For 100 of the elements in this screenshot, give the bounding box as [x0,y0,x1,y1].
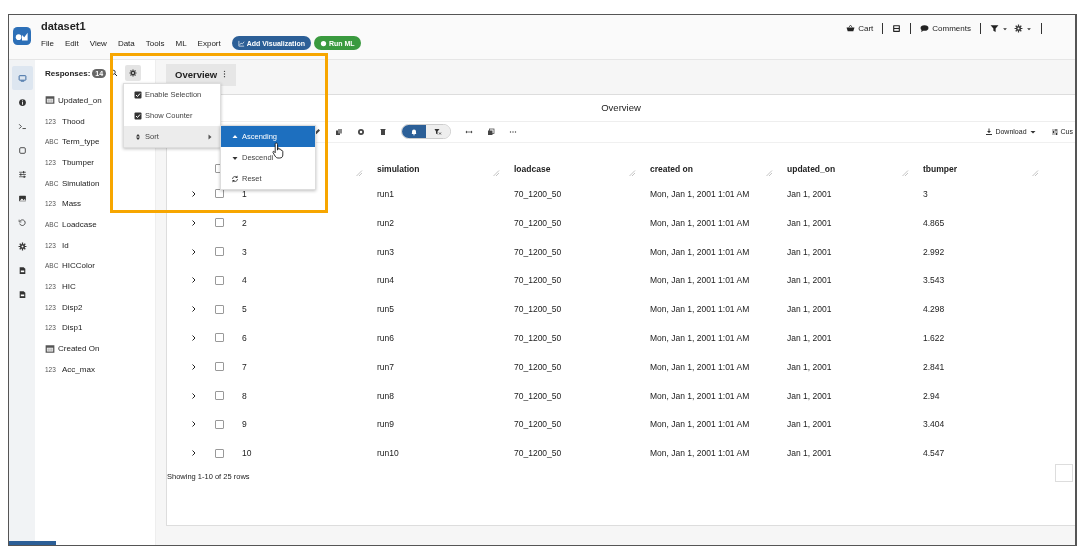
expand-icon[interactable] [190,276,198,285]
bell-toggle[interactable] [402,125,426,139]
menu-item[interactable]: Export [197,38,221,48]
response-item[interactable]: HICColor [62,261,95,271]
response-item[interactable]: Tbumper [62,157,94,167]
copy-icon[interactable] [335,127,343,136]
response-item[interactable]: Id [62,240,69,250]
expand-icon[interactable] [190,333,198,342]
row-checkbox[interactable] [214,448,224,458]
table-cell: Mon, Jan 1, 2001 1:01 AM [650,390,750,401]
column-header[interactable]: loadcase [514,163,551,174]
table-cell: run4 [377,275,394,286]
response-item[interactable]: Disp2 [62,302,83,312]
monitor-icon[interactable] [17,73,27,83]
row-checkbox[interactable] [214,304,224,314]
trash-icon[interactable] [379,127,387,136]
terminal-icon[interactable] [17,121,27,131]
table-cell: 70_1200_50 [514,332,562,343]
response-item[interactable]: Simulation [62,178,100,188]
response-item[interactable]: Disp1 [62,323,83,333]
row-checkbox[interactable] [214,391,224,401]
window-title: dataset1 [41,20,87,32]
menu-item[interactable]: Data [117,38,135,48]
info-icon[interactable] [17,97,27,107]
image-icon[interactable] [17,193,27,203]
checkbox-icon[interactable] [134,90,142,99]
expand-icon[interactable] [190,218,198,227]
expand-icon[interactable] [190,305,198,314]
response-item[interactable]: Thood [62,116,85,126]
menu-item[interactable]: File [41,38,54,48]
table-cell: Jan 1, 2001 [787,246,832,257]
menu-item[interactable]: View [89,38,107,48]
table-cell: run6 [377,332,394,343]
menu-item[interactable]: ML [175,38,187,48]
settings-button[interactable] [125,65,142,81]
file-icon[interactable] [17,289,27,299]
response-item[interactable]: HIC [62,282,76,292]
expand-icon[interactable] [190,420,198,429]
resize-handle[interactable] [355,168,363,177]
sliders-icon[interactable] [17,169,27,179]
column-header[interactable]: updated_on [787,163,836,174]
table-cell: 3 [923,188,928,199]
submenu-arrow-icon [206,132,214,141]
table-cell: run9 [377,419,394,430]
column-header[interactable]: simulation [377,163,420,174]
menu-item[interactable]: Edit [64,38,79,48]
row-checkbox[interactable] [214,275,224,285]
row-checkbox[interactable] [214,218,224,228]
table-cell: Jan 1, 2001 [787,332,832,343]
row-checkbox[interactable] [214,247,224,257]
resize-handle[interactable] [492,168,500,177]
expand-icon[interactable] [190,391,198,400]
table-cell: 6 [242,332,247,343]
response-item[interactable]: Term_type [62,137,100,147]
menu-item[interactable]: Tools [145,38,165,48]
response-item[interactable]: Updated_on [58,95,102,105]
file-icon[interactable] [17,265,27,275]
resize-handle[interactable] [628,168,636,177]
filter-toggle[interactable] [426,125,450,139]
table-cell: 70_1200_50 [514,448,562,459]
table-cell: 7 [242,361,247,372]
row-checkbox[interactable] [214,333,224,343]
table-cell: 3.543 [923,275,945,286]
kebab-icon[interactable] [223,69,227,78]
response-item[interactable]: Mass [62,199,82,209]
resize-handle[interactable] [1031,168,1039,177]
cart-button[interactable]: Cart [846,24,874,33]
resize-handle[interactable] [765,168,773,177]
tab[interactable]: Overview [166,64,237,86]
table-cell: 10 [242,448,252,459]
row-checkbox[interactable] [214,362,224,372]
app-logo[interactable] [13,27,31,45]
search-icon[interactable] [110,69,119,77]
expand-icon[interactable] [190,247,198,256]
square-icon[interactable] [17,145,27,155]
settings-icon[interactable] [17,241,27,251]
column-header[interactable]: created on [650,163,693,174]
gear-button[interactable] [1014,24,1032,33]
expand-icon[interactable] [190,449,198,458]
row-checkbox[interactable] [214,189,224,199]
table-cell: 2 [242,217,247,228]
response-item[interactable]: Acc_max [62,364,95,374]
expand-icon[interactable] [190,189,198,198]
comments-button[interactable]: Comments [920,24,971,33]
film-button[interactable] [892,24,902,33]
table-cell: 70_1200_50 [514,361,562,372]
table-cell: Jan 1, 2001 [787,217,832,228]
checkbox-icon[interactable] [134,111,142,120]
resize-handle[interactable] [901,168,909,177]
circle-icon[interactable] [357,127,365,136]
filter-button[interactable] [990,24,1008,33]
row-checkbox[interactable] [214,419,224,429]
response-item[interactable]: Loadcase [62,219,97,229]
table-cell: 1.622 [923,332,945,343]
response-item[interactable]: Created On [58,344,100,354]
table-cell: 70_1200_50 [514,390,562,401]
clone-icon[interactable] [487,127,495,136]
column-header[interactable]: tbumper [923,163,957,174]
expand-icon[interactable] [190,362,198,371]
history-icon[interactable] [17,217,27,227]
